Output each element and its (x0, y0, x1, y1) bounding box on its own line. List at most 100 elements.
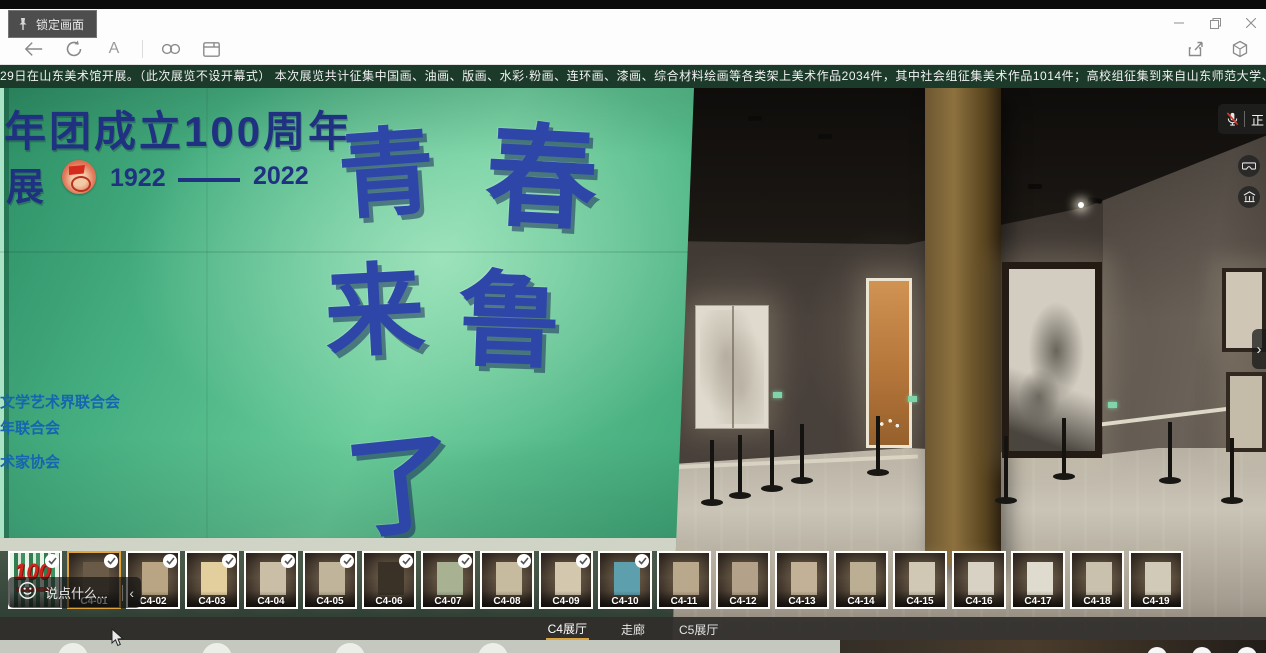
checkmark-icon (281, 554, 295, 568)
3d-cube-icon[interactable] (1228, 37, 1252, 61)
virtual-exhibition-window: 年团成立100周年 展 1922 2022 青 春 来 鲁 了 文学艺术界联合会… (0, 0, 1266, 653)
checkmark-icon (340, 554, 354, 568)
pin-icon (17, 17, 29, 31)
scene-thumbnail[interactable]: C4-16 (952, 551, 1006, 609)
chat-input-bar[interactable]: 说点什么... ‹ (8, 577, 141, 608)
scene-thumbnail[interactable]: C4-07 (421, 551, 475, 609)
thumbnail-label: C4-06 (364, 596, 414, 607)
calligraphy-char: 来 (320, 227, 427, 377)
thumbnail-label: C4-11 (659, 596, 709, 607)
organizer-line: 年联合会 (0, 416, 120, 442)
title-bar (0, 0, 1266, 9)
window-layout-icon[interactable] (199, 37, 223, 61)
back-icon[interactable] (22, 37, 46, 61)
checkmark-icon (45, 554, 59, 568)
track-light (1028, 184, 1042, 189)
browser-chrome: A 锁定画面 (0, 9, 1266, 65)
thumbnail-label: C4-08 (482, 596, 532, 607)
thumbnail-label: C4-12 (718, 596, 768, 607)
banner-year-dash (178, 178, 240, 182)
stanchion-post (1004, 436, 1008, 500)
thumbnail-label: C4-18 (1072, 596, 1122, 607)
window-controls (1168, 14, 1262, 32)
scene-thumbnail[interactable]: C4-05 (303, 551, 357, 609)
stanchion-post (738, 435, 742, 495)
vr-mode-button[interactable] (1238, 155, 1260, 177)
banner-zhan-character: 展 (6, 156, 44, 211)
microphone-muted-pill[interactable]: 正 (1218, 104, 1266, 134)
thumbnail-label: C4-10 (600, 596, 650, 607)
exhibit-label-card (908, 396, 917, 402)
organizer-line: 术家协会 (0, 450, 120, 476)
thumbnail-label: C4-05 (305, 596, 355, 607)
announcement-marquee: 29日在山东美术馆开展。（此次展览不设开幕式） 本次展览共计征集中国画、油画、版… (0, 65, 1266, 88)
banner-year-start: 1922 (110, 164, 166, 193)
tab-c5-hall[interactable]: C5展厅 (677, 619, 720, 639)
scene-thumbnail[interactable]: C4-12 (716, 551, 770, 609)
thumbnail-label: C4-07 (423, 596, 473, 607)
share-icon[interactable] (1184, 37, 1208, 61)
thumbnail-label: C4-17 (1013, 596, 1063, 607)
bottom-edge-strip (0, 640, 1266, 653)
pill-partial-label: 正 (1251, 110, 1264, 129)
organizer-line: 文学艺术界联合会 (0, 390, 120, 416)
scene-thumbnail[interactable]: C4-19 (1129, 551, 1183, 609)
close-button[interactable] (1240, 14, 1262, 32)
checkmark-icon (576, 554, 590, 568)
tab-corridor[interactable]: 走廊 (619, 619, 647, 639)
calligraphy-char: 青 (333, 93, 438, 238)
scene-thumbnail[interactable]: C4-10 (598, 551, 652, 609)
stanchion-post (1230, 438, 1234, 500)
stanchion-post (770, 430, 774, 488)
track-light (818, 134, 832, 139)
minimize-button[interactable] (1168, 14, 1190, 32)
checkmark-icon (399, 554, 413, 568)
gallery-column (925, 88, 1001, 566)
stanchion-post (876, 416, 880, 472)
scene-thumbnail[interactable]: C4-17 (1011, 551, 1065, 609)
checkmark-icon (635, 554, 649, 568)
museum-map-button[interactable] (1238, 186, 1260, 208)
scene-thumbnail-strip: 100 C4-01 C4-02 C4-03 (0, 551, 1266, 613)
chat-placeholder[interactable]: 说点什么... (45, 583, 116, 602)
scene-thumbnail[interactable]: C4-08 (480, 551, 534, 609)
navigation-toolbar: A (22, 37, 223, 61)
font-size-button[interactable]: A (102, 37, 126, 61)
thumbnail-label: C4-19 (1131, 596, 1181, 607)
lock-screen-tooltip[interactable]: 锁定画面 (8, 10, 97, 38)
scene-thumbnail[interactable]: C4-11 (657, 551, 711, 609)
scene-thumbnail[interactable]: C4-15 (893, 551, 947, 609)
scene-thumbnail[interactable]: C4-04 (244, 551, 298, 609)
youth-league-emblem (62, 160, 96, 194)
gallery-painting-diptych (695, 305, 769, 429)
thumbnail-label: C4-13 (777, 596, 827, 607)
maximize-button[interactable] (1204, 14, 1226, 32)
banner-year-end: 2022 (253, 162, 309, 191)
track-light (748, 116, 762, 121)
tab-c4-hall[interactable]: C4展厅 (546, 618, 589, 640)
refresh-icon[interactable] (62, 37, 86, 61)
stanchion-post (1168, 422, 1172, 480)
right-toolbar (1184, 37, 1252, 61)
spotlight-glare (1078, 202, 1084, 208)
gallery-painting-orange (866, 278, 912, 448)
scene-thumbnail[interactable]: C4-03 (185, 551, 239, 609)
stanchion-post (1062, 418, 1066, 476)
checkmark-icon (104, 554, 118, 568)
side-panel-chevron[interactable]: › (1252, 329, 1266, 369)
scene-thumbnail[interactable]: C4-14 (834, 551, 888, 609)
calligraphy-char: 鲁 (455, 234, 564, 389)
link-icon[interactable] (159, 37, 183, 61)
scene-thumbnail[interactable]: C4-06 (362, 551, 416, 609)
scene-thumbnail[interactable]: C4-09 (539, 551, 593, 609)
chat-collapse-chevron-icon[interactable]: ‹ (129, 585, 134, 601)
thumbnail-label: C4-04 (246, 596, 296, 607)
mouse-cursor (111, 628, 124, 652)
pill-divider (1244, 111, 1245, 127)
scene-thumbnail[interactable]: C4-18 (1070, 551, 1124, 609)
tooltip-label: 锁定画面 (36, 16, 84, 33)
emoji-icon[interactable] (18, 581, 37, 605)
wall-baseboard (0, 538, 680, 551)
scene-thumbnail[interactable]: C4-13 (775, 551, 829, 609)
gallery-painting-large (1002, 262, 1102, 458)
